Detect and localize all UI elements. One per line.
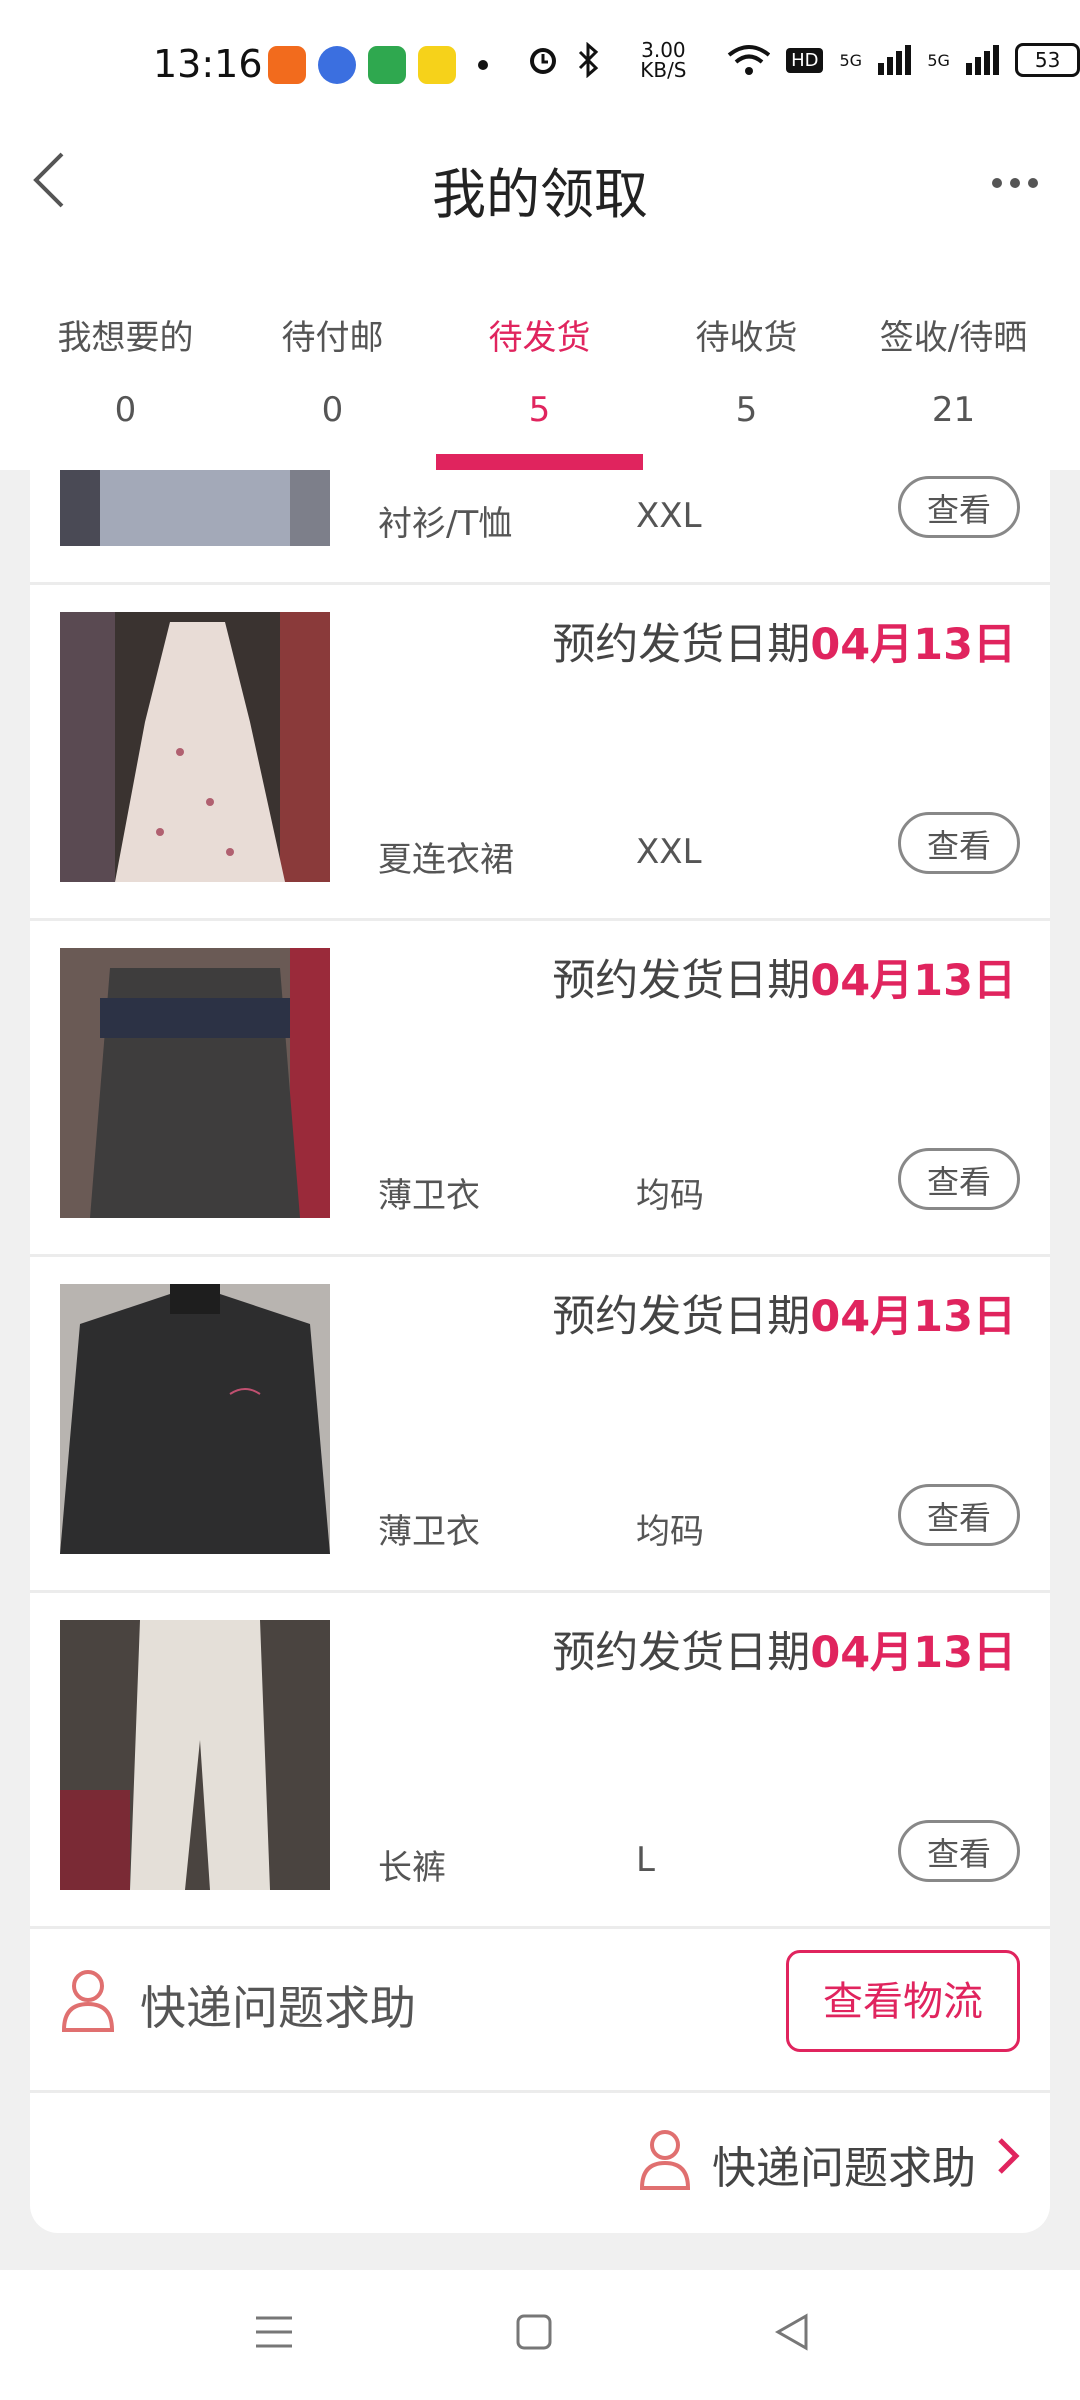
- item-size: L: [636, 1840, 655, 1880]
- item-size: XXL: [636, 496, 702, 536]
- network-type-1: 5G: [839, 50, 863, 70]
- hd-icon: HD: [786, 47, 824, 73]
- view-button[interactable]: 查看: [898, 1820, 1020, 1882]
- view-button[interactable]: 查看: [898, 812, 1020, 874]
- tab-pending-receipt[interactable]: 待收货 5: [643, 290, 850, 470]
- tab-label: 签收/待晒: [879, 318, 1028, 358]
- list-item: 衬衫/T恤 XXL 查看: [30, 470, 1050, 585]
- tab-pending-shipment[interactable]: 待发货 5: [436, 290, 643, 470]
- tab-wanted[interactable]: 我想要的 0: [22, 290, 229, 470]
- view-logistics-button[interactable]: 查看物流: [786, 1950, 1020, 2052]
- view-button[interactable]: 查看: [898, 1484, 1020, 1546]
- product-photo-sweatshirt[interactable]: [60, 948, 330, 1218]
- signal-icon-2: [965, 45, 999, 75]
- tab-label: 待付邮: [281, 318, 384, 358]
- product-photo-shirt[interactable]: [60, 470, 330, 546]
- tab-label: 我想要的: [57, 318, 194, 358]
- dot-icon: [478, 60, 488, 70]
- tab-pending-postage[interactable]: 待付邮 0: [229, 290, 436, 470]
- baidu-app-icon: [318, 46, 356, 84]
- alarm-icon: [530, 48, 556, 74]
- more-options-icon[interactable]: [992, 178, 1038, 188]
- bluetooth-icon: [579, 42, 599, 78]
- system-nav-bar: [0, 2270, 1080, 2400]
- view-button[interactable]: 查看: [898, 476, 1020, 538]
- shipping-help-row: 快递问题求助 查看物流: [30, 1920, 1050, 2093]
- tab-count: 5: [735, 390, 758, 430]
- item-size: 均码: [636, 1176, 704, 1216]
- view-button[interactable]: 查看: [898, 1148, 1020, 1210]
- user-icon[interactable]: [60, 1968, 116, 2032]
- battery-level: 53: [1034, 48, 1061, 72]
- signal-icon: [878, 45, 912, 75]
- tab-count: 0: [321, 390, 344, 430]
- item-size: 均码: [636, 1512, 704, 1552]
- notification-icons: [268, 46, 488, 84]
- tab-count: 21: [931, 390, 976, 430]
- page-title: 我的领取: [432, 163, 648, 226]
- chevron-right-icon: [998, 2138, 1020, 2174]
- reading-app-icon: [418, 46, 456, 84]
- shipping-help-footer[interactable]: 快递问题求助: [30, 2090, 1050, 2233]
- active-tab-indicator: [436, 454, 643, 470]
- product-photo-pants[interactable]: [60, 1620, 330, 1890]
- list-item: 预约发货日期04月13日 薄卫衣 均码 查看: [30, 918, 1050, 1257]
- home-icon[interactable]: [514, 2312, 554, 2352]
- oppo-app-icon: [368, 46, 406, 84]
- battery-icon: 53: [1015, 43, 1080, 77]
- user-icon: [639, 2130, 691, 2190]
- item-category: 长裤: [378, 1848, 446, 1888]
- item-size: XXL: [636, 832, 702, 872]
- shipping-help-label: 快递问题求助: [712, 2143, 976, 2194]
- tab-label: 待发货: [488, 318, 591, 358]
- status-time: 13:16: [153, 42, 263, 86]
- wifi-icon: [727, 45, 771, 75]
- scheduled-ship-date: 预约发货日期04月13日: [552, 620, 1016, 670]
- product-photo-dress[interactable]: [60, 612, 330, 882]
- network-type-2: 5G: [927, 50, 950, 70]
- item-category: 薄卫衣: [378, 1512, 480, 1552]
- tab-label: 待收货: [695, 318, 798, 358]
- tab-signed-review[interactable]: 签收/待晒 21: [850, 290, 1057, 470]
- product-photo-sweatshirt[interactable]: [60, 1284, 330, 1554]
- tab-count: 5: [528, 390, 551, 430]
- item-category: 薄卫衣: [378, 1176, 480, 1216]
- status-tabs: 我想要的 0 待付邮 0 待发货 5 待收货 5 签收/待晒 21: [0, 290, 1080, 470]
- item-category: 夏连衣裙: [378, 840, 514, 880]
- order-list: 衬衫/T恤 XXL 查看 预约发货日期04月13日 夏连衣裙 XXL 查看 预约…: [30, 470, 1050, 2233]
- kuaishou-app-icon: [268, 46, 306, 84]
- menu-icon[interactable]: [254, 2312, 294, 2352]
- scheduled-ship-date: 预约发货日期04月13日: [552, 956, 1016, 1006]
- list-item: 预约发货日期04月13日 长裤 L 查看: [30, 1590, 1050, 1929]
- status-bar: 13:16 3.00 KB/S HD 5G 5G 53: [0, 0, 1080, 140]
- list-item: 预约发货日期04月13日 夏连衣裙 XXL 查看: [30, 582, 1050, 921]
- scheduled-ship-date: 预约发货日期04月13日: [552, 1628, 1016, 1678]
- net-speed: 3.00 KB/S: [640, 38, 687, 82]
- back-nav-icon[interactable]: [772, 2312, 812, 2352]
- shipping-help-link[interactable]: 快递问题求助: [140, 1972, 416, 2038]
- scheduled-ship-date: 预约发货日期04月13日: [552, 1292, 1016, 1342]
- list-item: 预约发货日期04月13日 薄卫衣 均码 查看: [30, 1254, 1050, 1593]
- tab-count: 0: [114, 390, 137, 430]
- item-category: 衬衫/T恤: [378, 504, 513, 544]
